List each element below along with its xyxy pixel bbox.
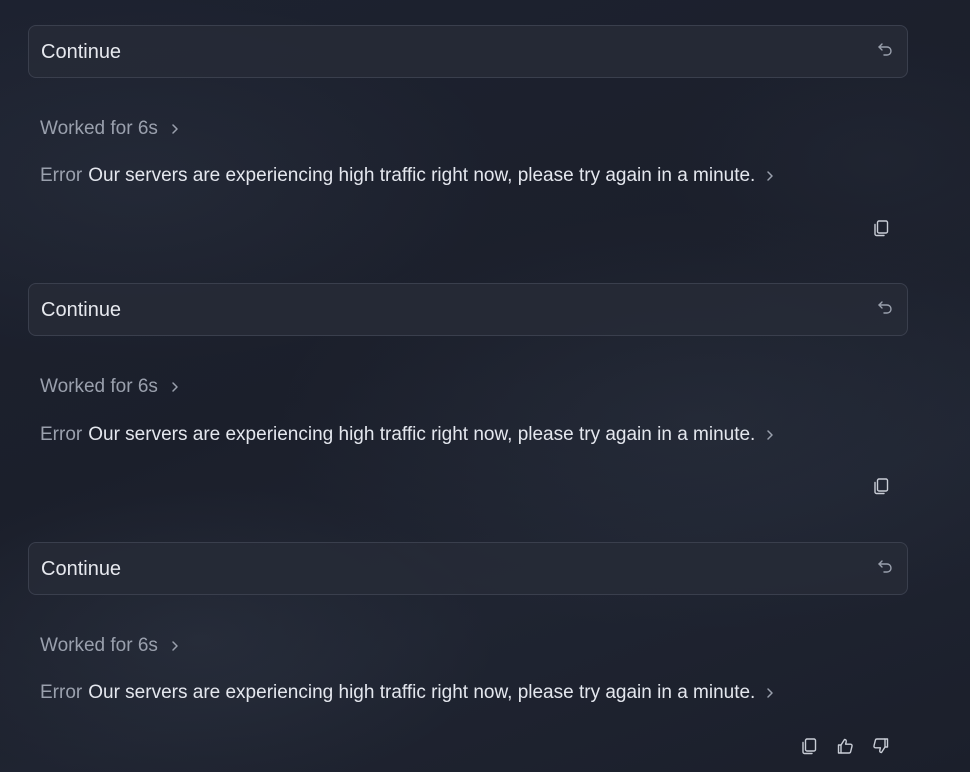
worked-for-label: Worked for 6s	[40, 635, 158, 656]
error-label: Error	[40, 424, 83, 445]
user-message-text: Continue	[41, 41, 122, 63]
worked-for-label: Worked for 6s	[40, 118, 158, 139]
copy-icon[interactable]	[872, 219, 890, 237]
user-message-card: Continue	[28, 542, 908, 595]
copy-icon[interactable]	[872, 477, 890, 495]
undo-icon[interactable]	[877, 41, 893, 57]
user-message-card: Continue	[28, 283, 908, 336]
error-row[interactable]: Error Our servers are experiencing high …	[40, 165, 775, 187]
chevron-right-icon	[765, 170, 775, 182]
user-message-text: Continue	[41, 558, 122, 580]
error-message: Our servers are experiencing high traffi…	[88, 682, 756, 703]
worked-for-toggle[interactable]: Worked for 6s	[40, 635, 180, 657]
chevron-right-icon	[765, 687, 775, 699]
copy-icon[interactable]	[800, 737, 818, 755]
error-row[interactable]: Error Our servers are experiencing high …	[40, 682, 775, 704]
worked-for-label: Worked for 6s	[40, 376, 158, 397]
worked-for-toggle[interactable]: Worked for 6s	[40, 118, 180, 140]
message-actions	[800, 737, 890, 755]
thumbs-down-icon[interactable]	[872, 737, 890, 755]
user-message-text: Continue	[41, 299, 122, 321]
message-actions	[872, 477, 890, 495]
chevron-right-icon	[765, 429, 775, 441]
error-label: Error	[40, 165, 83, 186]
thumbs-up-icon[interactable]	[836, 737, 854, 755]
chevron-right-icon	[170, 381, 180, 393]
worked-for-toggle[interactable]: Worked for 6s	[40, 376, 180, 398]
user-message-card: Continue	[28, 25, 908, 78]
message-actions	[872, 219, 890, 237]
undo-icon[interactable]	[877, 299, 893, 315]
error-row[interactable]: Error Our servers are experiencing high …	[40, 424, 775, 446]
chevron-right-icon	[170, 640, 180, 652]
chevron-right-icon	[170, 123, 180, 135]
error-message: Our servers are experiencing high traffi…	[88, 424, 756, 445]
error-label: Error	[40, 682, 83, 703]
error-message: Our servers are experiencing high traffi…	[88, 165, 756, 186]
undo-icon[interactable]	[877, 558, 893, 574]
